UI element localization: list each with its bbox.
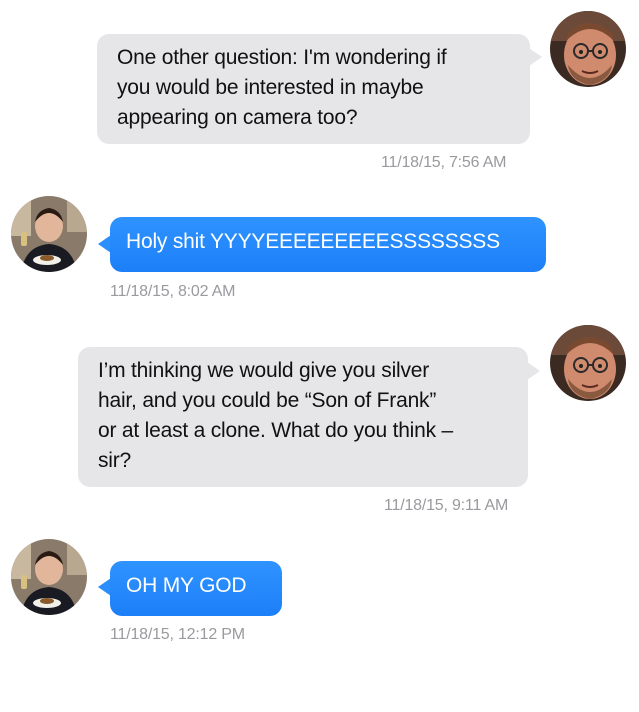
message-text-line: hair, and you could be “Son of Frank” [98, 389, 437, 412]
message-bubble-incoming[interactable]: One other question: I'm wondering if you… [97, 34, 530, 144]
avatar-man-with-plate-icon[interactable] [11, 539, 87, 615]
avatar-bearded-man-icon[interactable] [550, 11, 626, 87]
message-text-line: One other question: I'm wondering if [117, 46, 447, 69]
message-text-line: OH MY GOD [126, 574, 247, 597]
message-text-line: appearing on camera too? [117, 106, 358, 129]
message-text-line: you would be interested in maybe [117, 76, 424, 99]
message-text-line: sir? [98, 449, 132, 472]
message-timestamp: 11/18/15, 12:12 PM [110, 626, 245, 643]
message-timestamp: 11/18/15, 7:56 AM [381, 154, 507, 171]
avatar-bearded-man-icon[interactable] [550, 325, 626, 401]
message-text-line: I’m thinking we would give you silver [98, 359, 430, 382]
bubble-tail [527, 362, 540, 380]
message-thread: One other question: I'm wondering if you… [0, 0, 639, 712]
message-bubble-outgoing[interactable]: Holy shit YYYYEEEEEEEEESSSSSSSS [110, 217, 546, 272]
message-timestamp: 11/18/15, 9:11 AM [384, 497, 509, 514]
message-bubble-outgoing[interactable]: OH MY GOD [110, 561, 282, 616]
message-text-line: or at least a clone. What do you think – [98, 419, 454, 442]
bubble-tail [529, 48, 542, 66]
avatar-man-with-plate-icon[interactable] [11, 196, 87, 272]
message-timestamp: 11/18/15, 8:02 AM [110, 283, 236, 300]
message-text-line: Holy shit YYYYEEEEEEEEESSSSSSSS [126, 230, 500, 253]
message-bubble-incoming[interactable]: I’m thinking we would give you silver ha… [78, 347, 528, 487]
